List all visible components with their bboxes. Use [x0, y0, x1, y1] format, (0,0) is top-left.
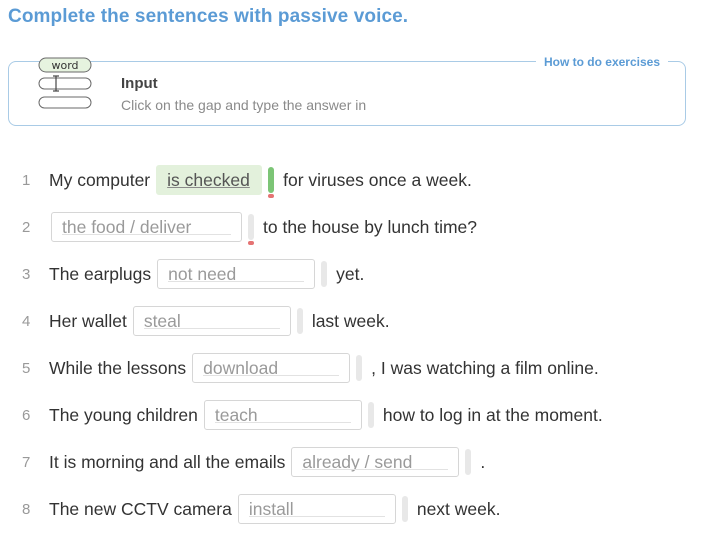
instructions-box [8, 61, 686, 126]
sentence-start: The new CCTV camera [49, 498, 232, 519]
item-number: 3 [22, 265, 31, 283]
sentence-end: for viruses once a week. [283, 169, 472, 190]
sentence-end: to the house by lunch time? [263, 216, 478, 237]
item-number: 6 [22, 406, 31, 424]
answer-gap[interactable]: install [237, 494, 396, 524]
answer-status-indicator [248, 214, 254, 245]
sentence-start: The earplugs [49, 263, 152, 284]
instructions-title: Input [121, 75, 158, 92]
answer-gap[interactable]: teach [203, 400, 362, 430]
sentence-end: , I was watching a film online. [371, 357, 599, 378]
sentence-end: how to log in at the moment. [382, 404, 603, 425]
item-number: 7 [22, 453, 31, 471]
input-exercise-icon: word [38, 57, 92, 109]
item-number: 4 [22, 312, 31, 330]
answer-status-indicator [296, 308, 303, 334]
sentence-end: yet. [336, 263, 365, 284]
answer-status-indicator [268, 167, 275, 198]
instructions-text: Click on the gap and type the answer in [121, 97, 367, 113]
answer-status-indicator [465, 449, 472, 475]
answer-gap[interactable]: the food / deliver [51, 212, 242, 242]
sentence-start: Her wallet [49, 310, 127, 331]
answer-status-indicator [367, 402, 374, 428]
answer-gap[interactable]: steal [132, 306, 291, 336]
item-number: 8 [22, 500, 31, 518]
sentence-start: While the lessons [49, 357, 187, 378]
sentence-end: next week. [416, 498, 501, 519]
sentence-start: The young children [49, 404, 198, 425]
answer-status-indicator [356, 355, 363, 381]
item-number: 5 [22, 359, 31, 377]
sentence-end: . [480, 451, 486, 472]
answer-status-indicator [321, 261, 328, 287]
icon-word-label: word [51, 59, 78, 72]
how-to-do-exercises-link[interactable]: How to do exercises [535, 55, 668, 69]
item-number: 1 [22, 171, 31, 189]
exercise-title: Complete the sentences with passive voic… [8, 6, 409, 27]
answer-gap[interactable]: already / send [291, 447, 460, 477]
sentence-end: last week. [311, 310, 390, 331]
sentence-start: It is morning and all the emails [49, 451, 286, 472]
sentence-start: My computer [49, 169, 151, 190]
answer-status-indicator [401, 496, 408, 522]
item-number: 2 [22, 218, 31, 236]
answer-gap[interactable]: not need [157, 259, 316, 289]
answer-text: is checked [167, 169, 250, 190]
answer-gap[interactable]: is checked [156, 165, 263, 195]
answer-gap[interactable]: download [192, 353, 351, 383]
